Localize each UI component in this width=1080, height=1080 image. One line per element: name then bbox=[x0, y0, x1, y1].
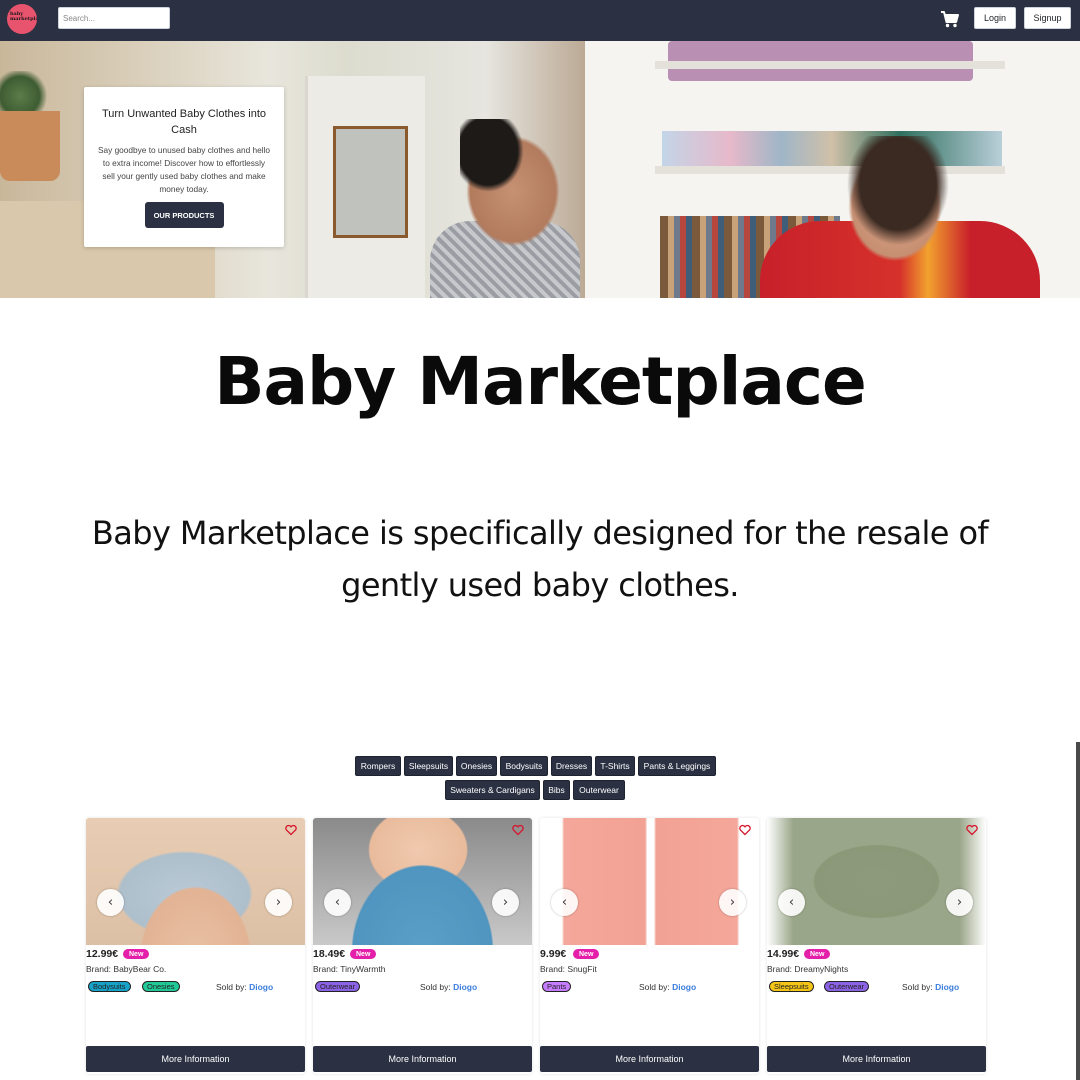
prev-image-button[interactable]: ‹ bbox=[324, 889, 351, 916]
product-card: ‹ › 14.99€ New Brand: DreamyNights Sleep… bbox=[767, 818, 986, 1074]
prev-image-button[interactable]: ‹ bbox=[778, 889, 805, 916]
product-brand: Brand: SnugFit bbox=[540, 964, 597, 974]
more-information-button[interactable]: More Information bbox=[86, 1046, 305, 1072]
category-pants-leggings[interactable]: Pants & Leggings bbox=[638, 756, 716, 776]
new-badge: New bbox=[123, 949, 150, 959]
product-price: 9.99€ bbox=[540, 948, 567, 960]
product-tag[interactable]: Pants bbox=[542, 981, 572, 992]
hero-card-text: Say goodbye to unused baby clothes and h… bbox=[97, 145, 271, 194]
scrollbar[interactable] bbox=[1076, 742, 1080, 1080]
hero-door-window bbox=[333, 126, 408, 238]
product-brand: Brand: BabyBear Co. bbox=[86, 964, 167, 974]
hero-card: Turn Unwanted Baby Clothes into Cash Say… bbox=[84, 87, 284, 247]
search-input[interactable] bbox=[58, 7, 170, 29]
product-brand: Brand: TinyWarmth bbox=[313, 964, 386, 974]
category-dresses[interactable]: Dresses bbox=[551, 756, 592, 776]
new-badge: New bbox=[804, 949, 831, 959]
product-brand: Brand: DreamyNights bbox=[767, 964, 849, 974]
product-price: 12.99€ bbox=[86, 948, 119, 960]
hero-card-title: Turn Unwanted Baby Clothes into Cash bbox=[101, 108, 267, 136]
product-image: ‹ › bbox=[86, 818, 305, 945]
product-tag[interactable]: Onesies bbox=[142, 981, 180, 992]
category-sweaters-cardigans[interactable]: Sweaters & Cardigans bbox=[445, 780, 540, 800]
heart-icon[interactable] bbox=[966, 824, 978, 836]
signup-button[interactable]: Signup bbox=[1024, 7, 1071, 29]
sold-by-label: Sold by: bbox=[639, 982, 670, 992]
product-price: 14.99€ bbox=[767, 948, 800, 960]
logo-text: baby marketplace bbox=[10, 11, 37, 22]
next-image-button[interactable]: › bbox=[265, 889, 292, 916]
heart-icon[interactable] bbox=[739, 824, 751, 836]
sold-by-label: Sold by: bbox=[420, 982, 451, 992]
category-outerwear[interactable]: Outerwear bbox=[573, 780, 625, 800]
sold-by-label: Sold by: bbox=[216, 982, 247, 992]
next-image-button[interactable]: › bbox=[719, 889, 746, 916]
logo[interactable]: baby marketplace bbox=[7, 4, 37, 34]
product-card: ‹ › 12.99€ New Brand: BabyBear Co. Bodys… bbox=[86, 818, 305, 1074]
hero-plant-pot bbox=[0, 111, 60, 181]
more-information-button[interactable]: More Information bbox=[767, 1046, 986, 1072]
category-onesies[interactable]: Onesies bbox=[456, 756, 497, 776]
shopping-cart-icon[interactable] bbox=[940, 10, 960, 28]
hero-banner: Turn Unwanted Baby Clothes into Cash Say… bbox=[0, 41, 1080, 298]
seller-link[interactable]: Diogo bbox=[453, 982, 477, 992]
product-image: ‹ › bbox=[767, 818, 986, 945]
new-badge: New bbox=[350, 949, 377, 959]
next-image-button[interactable]: › bbox=[946, 889, 973, 916]
heart-icon[interactable] bbox=[512, 824, 524, 836]
sold-by: Sold by: Diogo bbox=[639, 982, 696, 992]
prev-image-button[interactable]: ‹ bbox=[551, 889, 578, 916]
our-products-button[interactable]: OUR PRODUCTS bbox=[144, 202, 224, 228]
category-bibs[interactable]: Bibs bbox=[543, 780, 570, 800]
hero-man-hair bbox=[460, 119, 530, 199]
product-image: ‹ › bbox=[313, 818, 532, 945]
prev-image-button[interactable]: ‹ bbox=[97, 889, 124, 916]
hero-woman-hair bbox=[838, 136, 958, 256]
sold-by: Sold by: Diogo bbox=[902, 982, 959, 992]
product-image: ‹ › bbox=[540, 818, 759, 945]
seller-link[interactable]: Diogo bbox=[672, 982, 696, 992]
seller-link[interactable]: Diogo bbox=[935, 982, 959, 992]
sold-by-label: Sold by: bbox=[902, 982, 933, 992]
category-rompers[interactable]: Rompers bbox=[355, 756, 401, 776]
product-card: ‹ › 18.49€ New Brand: TinyWarmth Outerwe… bbox=[313, 818, 532, 1074]
new-badge: New bbox=[573, 949, 600, 959]
category-t-shirts[interactable]: T-Shirts bbox=[595, 756, 635, 776]
page-description: Baby Marketplace is specifically designe… bbox=[91, 514, 989, 604]
product-tag[interactable]: Outerwear bbox=[315, 981, 361, 992]
more-information-button[interactable]: More Information bbox=[313, 1046, 532, 1072]
product-tag[interactable]: Sleepsuits bbox=[769, 981, 814, 992]
hero-closet-shelf bbox=[655, 61, 1005, 69]
product-price: 18.49€ bbox=[313, 948, 346, 960]
product-card: ‹ › 9.99€ New Brand: SnugFit Pants Sold … bbox=[540, 818, 759, 1074]
product-tag[interactable]: Bodysuits bbox=[88, 981, 131, 992]
heart-icon[interactable] bbox=[285, 824, 297, 836]
sold-by: Sold by: Diogo bbox=[216, 982, 273, 992]
page-title: Baby Marketplace bbox=[214, 343, 867, 420]
seller-link[interactable]: Diogo bbox=[249, 982, 273, 992]
login-button[interactable]: Login bbox=[974, 7, 1016, 29]
sold-by: Sold by: Diogo bbox=[420, 982, 477, 992]
more-information-button[interactable]: More Information bbox=[540, 1046, 759, 1072]
navbar: baby marketplace Login Signup bbox=[0, 0, 1080, 41]
product-tag[interactable]: Outerwear bbox=[824, 981, 870, 992]
category-bodysuits[interactable]: Bodysuits bbox=[500, 756, 548, 776]
category-sleepsuits[interactable]: Sleepsuits bbox=[404, 756, 453, 776]
next-image-button[interactable]: › bbox=[492, 889, 519, 916]
